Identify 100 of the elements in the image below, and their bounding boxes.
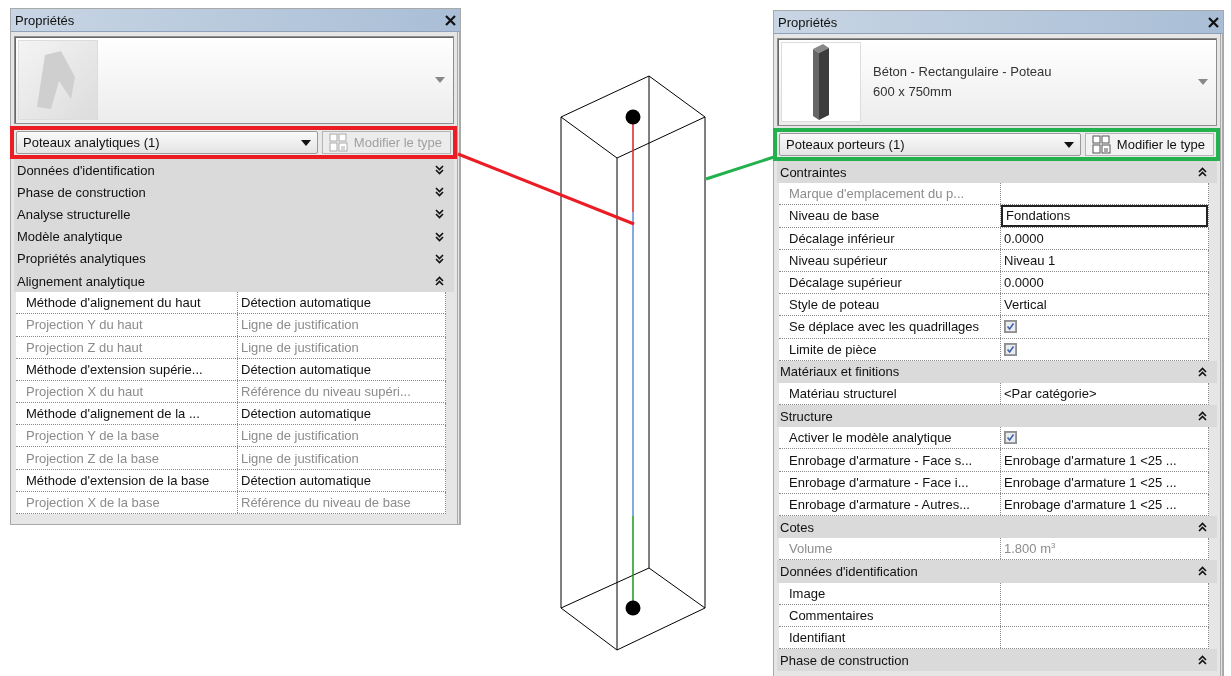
expand-chevron-icon[interactable] — [435, 231, 444, 242]
group-label: Contraintes — [780, 164, 847, 180]
dropdown-caret-icon[interactable] — [435, 77, 445, 83]
group-label: Matériaux et finitions — [780, 364, 900, 380]
group-label: Alignement analytique — [17, 273, 145, 289]
property-value: Détection automatique — [241, 472, 372, 488]
property-name: Commentaires — [779, 604, 1001, 626]
type-preview[interactable] — [14, 36, 454, 124]
node-dot — [625, 109, 641, 125]
group-header[interactable]: Cotes — [777, 516, 1217, 539]
property-value: Enrobage d'armature 1 <25 ... — [1004, 496, 1177, 512]
type-name: 600 x 750mm — [873, 83, 953, 101]
property-value: Ligne de justification — [241, 428, 359, 444]
group-header[interactable]: Alignement analytique — [14, 269, 454, 293]
property-name: Décalage supérieur — [779, 271, 1001, 294]
checkbox[interactable] — [1004, 342, 1017, 356]
property-value: Détection automatique — [241, 295, 372, 311]
collapse-chevron-icon[interactable] — [1198, 411, 1207, 422]
property-name: Projection Z du haut — [16, 336, 238, 358]
collapse-chevron-icon[interactable] — [435, 276, 444, 287]
type-preview[interactable]: Béton - Rectangulaire - Poteau 600 x 750mm — [777, 38, 1217, 126]
close-icon[interactable] — [1208, 16, 1219, 28]
checkbox[interactable] — [1004, 320, 1017, 334]
collapse-chevron-icon[interactable] — [1198, 167, 1207, 178]
property-name: Style de poteau — [779, 294, 1001, 316]
property-value-field[interactable]: Fondations — [1001, 205, 1208, 227]
group-label: Modèle analytique — [17, 229, 123, 245]
property-name: Enrobage d'armature - Face i... — [779, 471, 1001, 493]
group-header[interactable]: Données d'identification — [777, 560, 1217, 583]
panel-title: Propriétés — [15, 12, 75, 28]
property-value: Niveau 1 — [1004, 252, 1056, 268]
caret-icon — [300, 139, 311, 146]
type-selector[interactable]: Poteaux analytiques (1) — [16, 131, 318, 154]
group-header[interactable]: Contraintes — [777, 161, 1217, 184]
property-name: Méthode d'alignement du haut — [16, 292, 238, 314]
property-name: Volume — [779, 538, 1001, 560]
property-name: Identifiant — [779, 626, 1001, 649]
property-name: Activer le modèle analytique — [779, 427, 1001, 449]
property-value: Vertical — [1004, 297, 1047, 313]
group-label: Propriétés analytiques — [17, 251, 146, 267]
edit-type-button[interactable]: Modifier le type — [1084, 133, 1214, 156]
property-name: Matériau structurel — [779, 382, 1001, 405]
close-icon[interactable] — [445, 14, 456, 26]
property-value: 0.0000 — [1004, 230, 1044, 246]
group-label: Phase de construction — [17, 184, 146, 200]
property-name: Projection X de la base — [16, 491, 238, 513]
type-selector[interactable]: Poteaux porteurs (1) — [779, 133, 1081, 156]
property-name: Enrobage d'armature - Autres... — [779, 493, 1001, 515]
property-name: Limite de pièce — [779, 338, 1001, 360]
property-name: Décalage inférieur — [779, 227, 1001, 249]
collapse-chevron-icon[interactable] — [1198, 655, 1207, 666]
property-value: <Par catégorie> — [1004, 385, 1097, 401]
collapse-chevron-icon[interactable] — [1198, 566, 1207, 577]
property-name: Projection Y du haut — [16, 314, 238, 336]
expand-chevron-icon[interactable] — [435, 253, 444, 264]
checkbox[interactable] — [1004, 431, 1017, 445]
group-header[interactable]: Structure — [777, 405, 1217, 428]
edit-type-icon — [328, 133, 348, 152]
group-label: Cotes — [780, 519, 814, 535]
group-header[interactable]: Propriétés analytiques — [14, 247, 454, 270]
expand-chevron-icon[interactable] — [435, 165, 444, 176]
property-name: Niveau supérieur — [779, 249, 1001, 271]
edit-type-icon — [1091, 135, 1111, 154]
property-name: Image — [779, 582, 1001, 604]
collapse-chevron-icon[interactable] — [1198, 522, 1207, 533]
group-header[interactable]: Données d'identification — [14, 159, 454, 182]
group-label: Données d'identification — [780, 563, 918, 579]
expand-chevron-icon[interactable] — [435, 209, 444, 220]
group-header[interactable]: Phase de construction — [14, 181, 454, 204]
group-header[interactable]: Phase de construction — [777, 649, 1217, 672]
group-label: Phase de construction — [780, 652, 909, 668]
dropdown-caret-icon[interactable] — [1198, 79, 1208, 85]
collapse-chevron-icon[interactable] — [1198, 366, 1207, 377]
property-value: Détection automatique — [241, 406, 372, 422]
property-name: Projection Y de la base — [16, 425, 238, 447]
property-value: 0.0000 — [1004, 275, 1044, 291]
group-header[interactable]: Matériaux et finitions — [777, 360, 1217, 383]
property-value: Détection automatique — [241, 361, 372, 377]
expand-chevron-icon[interactable] — [435, 187, 444, 198]
group-header[interactable]: Analyse structurelle — [14, 203, 454, 226]
property-name: Méthode d'extension de la base — [16, 469, 238, 491]
property-value: Ligne de justification — [241, 339, 359, 355]
group-header[interactable]: Modèle analytique — [14, 225, 454, 248]
caret-icon — [1063, 141, 1074, 148]
property-name: Niveau de base — [779, 205, 1001, 227]
property-name: Marque d'emplacement du p... — [779, 183, 1001, 205]
property-value: Ligne de justification — [241, 317, 359, 333]
group-label: Structure — [780, 408, 833, 424]
property-value: Référence du niveau de base — [241, 494, 411, 510]
column-thumbnail-icon — [811, 43, 831, 121]
property-name: Se déplace avec les quadrillages — [779, 316, 1001, 338]
group-label: Analyse structurelle — [17, 206, 131, 222]
property-value: Ligne de justification — [241, 450, 359, 466]
panel-title: Propriétés — [778, 14, 838, 30]
property-name: Enrobage d'armature - Face s... — [779, 449, 1001, 471]
property-value: Enrobage d'armature 1 <25 ... — [1004, 474, 1177, 490]
property-name: Méthode d'alignement de la ... — [16, 403, 238, 425]
node-dot — [625, 600, 641, 616]
property-name: Méthode d'extension supérie... — [16, 358, 238, 380]
group-label: Données d'identification — [17, 162, 155, 178]
